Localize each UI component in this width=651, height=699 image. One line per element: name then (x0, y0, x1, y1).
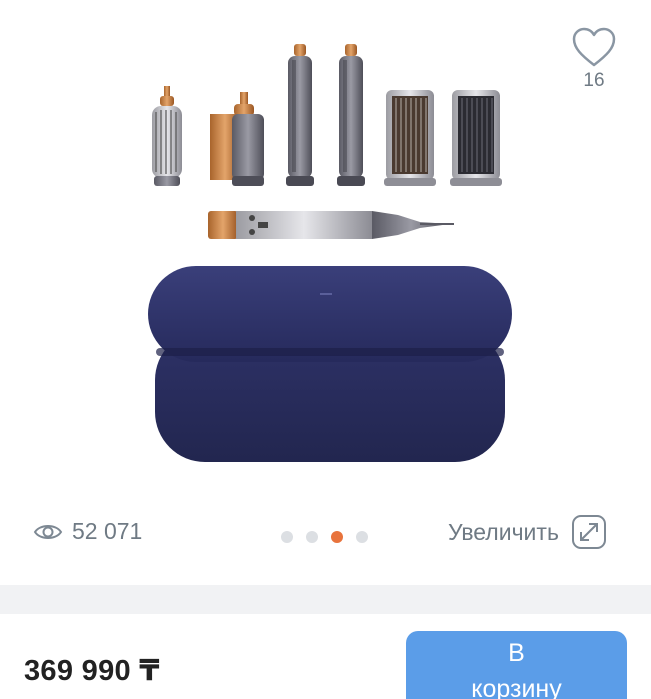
zoom-label: Увеличить (448, 518, 559, 545)
section-divider (0, 585, 651, 614)
favorite-button[interactable]: 16 (566, 26, 622, 92)
slide-dot-active[interactable] (331, 531, 343, 543)
slide-dot[interactable] (306, 531, 318, 543)
slide-dot[interactable] (356, 531, 368, 543)
view-counter: 52 071 (33, 518, 142, 545)
zoom-button[interactable]: Увеличить (448, 514, 607, 550)
cart-button-line1: В (508, 639, 525, 667)
product-image[interactable] (120, 30, 540, 480)
eye-icon (33, 524, 63, 539)
product-price: 369 990 ₸ (24, 655, 160, 687)
favorite-count: 16 (583, 70, 605, 91)
slide-indicator (281, 531, 368, 543)
cart-button-line2: корзину (471, 675, 562, 699)
slide-dot[interactable] (281, 531, 293, 543)
add-to-cart-button[interactable]: В корзину (406, 631, 627, 699)
expand-icon (571, 515, 606, 549)
heart-icon (572, 27, 616, 67)
view-count: 52 071 (72, 518, 143, 544)
product-gallery[interactable]: 16 52 071 Увеличить (0, 0, 651, 585)
